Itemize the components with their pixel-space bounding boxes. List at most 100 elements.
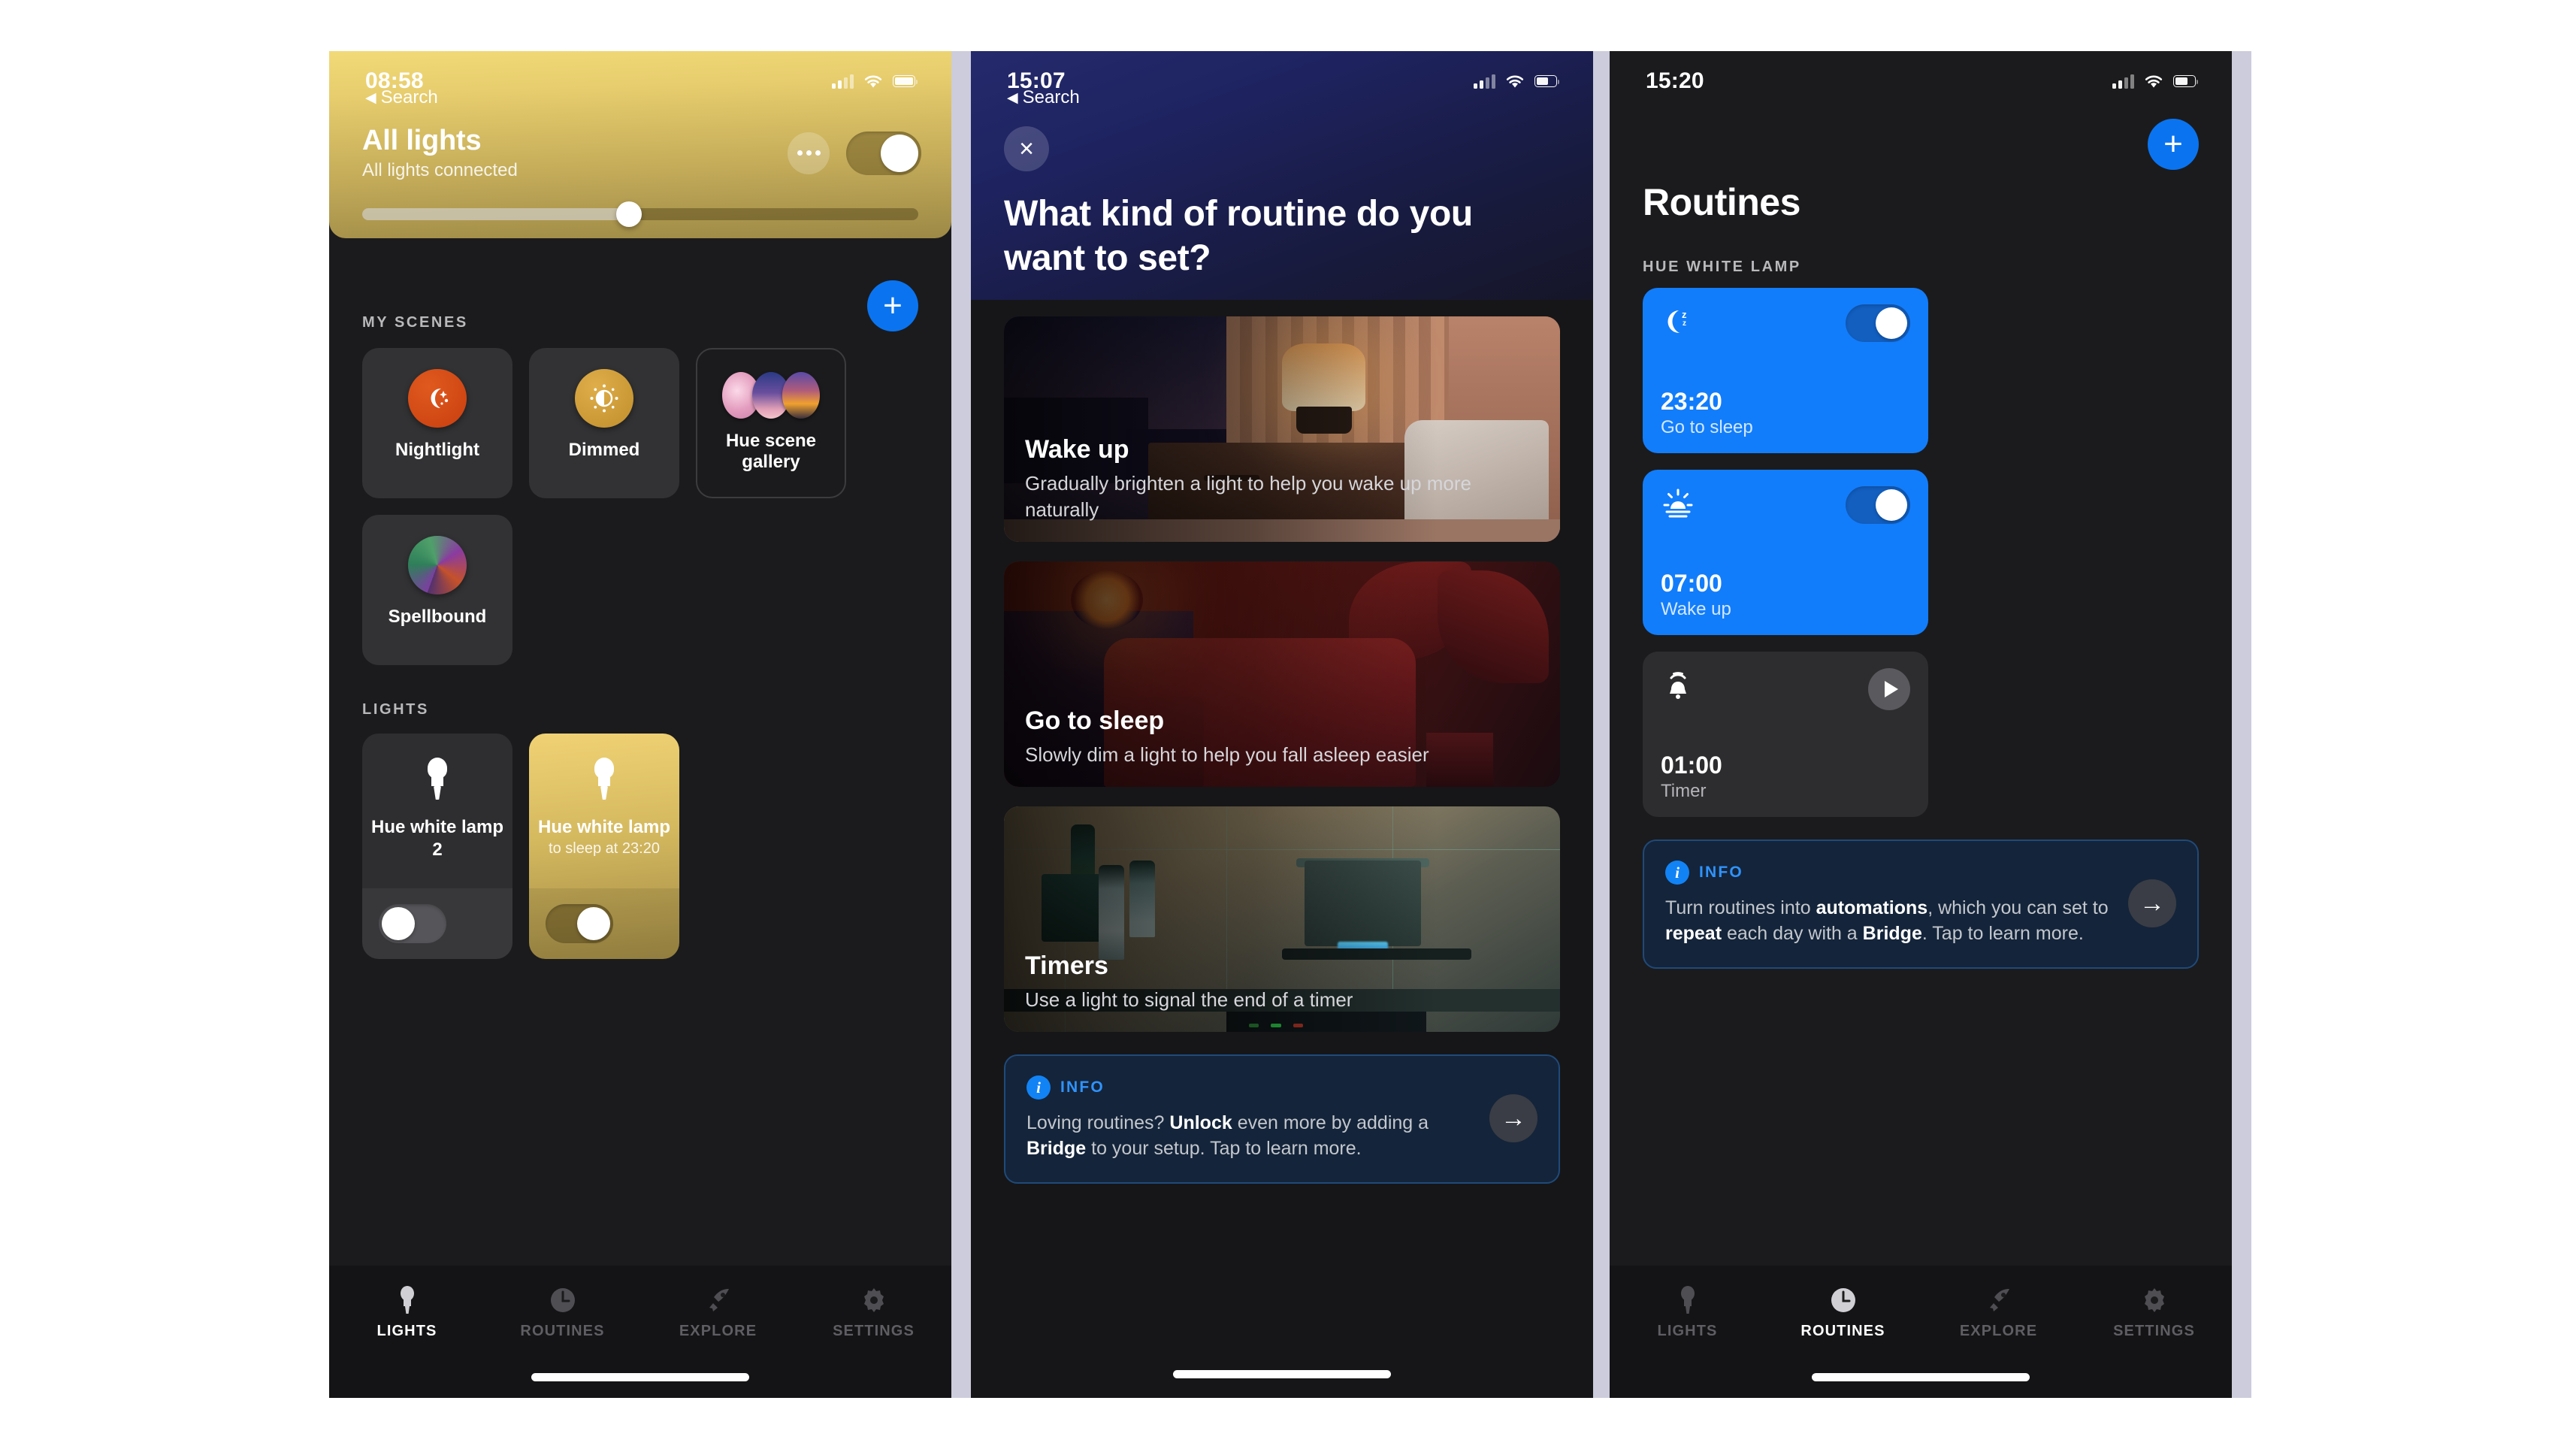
cellular-signal-icon — [1474, 74, 1495, 89]
tab-routines[interactable]: ROUTINES — [485, 1285, 640, 1340]
info-circle-icon: i — [1026, 1075, 1051, 1100]
light-card-hue-white-lamp[interactable]: Hue white lamp to sleep at 23:20 — [529, 734, 679, 959]
scene-grid: Nightlight Dimmed Hue scene gallery Spel… — [329, 331, 951, 665]
info-circle-icon: i — [1665, 861, 1689, 885]
group-label-hue-white-lamp: HUE WHITE LAMP — [1643, 259, 1801, 275]
add-scene-button[interactable]: + — [867, 280, 918, 331]
routine-option-go-to-sleep[interactable]: Go to sleep Slowly dim a light to help y… — [1004, 561, 1560, 788]
light-name: Hue white lamp 2 — [370, 817, 504, 860]
all-lights-power-toggle[interactable] — [846, 131, 921, 175]
bulb-icon — [591, 758, 617, 800]
routine-time: 07:00 — [1661, 570, 1722, 597]
home-indicator[interactable] — [531, 1373, 749, 1381]
tab-lights[interactable]: LIGHTS — [1610, 1285, 1765, 1340]
brightness-slider[interactable] — [362, 201, 918, 227]
bulb-icon — [1673, 1285, 1703, 1315]
info-card-automations[interactable]: i INFO Turn routines into automations, w… — [1643, 839, 2199, 969]
routine-card-list: z z 23:20 Go to sleep 07:00 Wake up 01:0… — [1610, 276, 2232, 817]
toggle-knob — [881, 134, 918, 172]
scene-name: Dimmed — [568, 440, 640, 460]
scene-name: Nightlight — [395, 440, 479, 460]
brightness-half-icon — [575, 369, 633, 428]
tab-routines[interactable]: ROUTINES — [1765, 1285, 1921, 1340]
light-card-hue-white-lamp-2[interactable]: Hue white lamp 2 — [362, 734, 512, 959]
tab-label: LIGHTS — [376, 1323, 437, 1339]
phone-3-edge — [2232, 51, 2251, 1398]
play-button[interactable] — [1868, 668, 1910, 710]
info-card-bridge[interactable]: i INFO Loving routines? Unlock even more… — [1004, 1054, 1560, 1184]
arrow-right-icon[interactable]: → — [1489, 1094, 1537, 1143]
home-indicator[interactable] — [1812, 1373, 2030, 1381]
routine-option-timers[interactable]: Timers Use a light to signal the end of … — [1004, 806, 1560, 1033]
wifi-icon — [864, 75, 882, 87]
brightness-fill — [362, 208, 630, 220]
routine-description: Slowly dim a light to help you fall asle… — [1025, 743, 1429, 766]
routine-title: Wake up — [1025, 435, 1129, 464]
gear-icon — [2139, 1285, 2169, 1315]
light-name: Hue white lamp — [537, 817, 671, 837]
add-routine-button[interactable]: + — [2148, 119, 2199, 170]
phone-screen-lights: 08:58 ◀ Search All lights All lights con… — [329, 51, 951, 1398]
bulb-icon — [425, 758, 450, 800]
routine-enable-toggle[interactable] — [1846, 304, 1910, 342]
more-options-icon[interactable] — [788, 132, 830, 174]
info-label: INFO — [1060, 1078, 1105, 1097]
back-label: Search — [1022, 87, 1080, 107]
battery-icon — [893, 75, 918, 87]
scene-swatch-icon — [408, 536, 467, 594]
scene-card-dimmed[interactable]: Dimmed — [529, 348, 679, 498]
bottom-tab-bar: LIGHTS ROUTINES EXPLORE SETTINGS — [329, 1266, 951, 1398]
back-to-search-link[interactable]: ◀ Search — [365, 87, 438, 108]
battery-icon — [2173, 75, 2198, 87]
routine-name: Wake up — [1661, 599, 1731, 619]
light-power-toggle[interactable] — [546, 904, 613, 943]
tab-label: SETTINGS — [2113, 1323, 2195, 1339]
chevron-left-icon: ◀ — [1007, 89, 1018, 106]
chevron-left-icon: ◀ — [365, 89, 376, 106]
home-indicator[interactable] — [1173, 1370, 1391, 1378]
toggle-knob — [382, 907, 415, 940]
tab-explore[interactable]: EXPLORE — [640, 1285, 796, 1340]
page-title: Routines — [1643, 181, 1800, 223]
tab-label: ROUTINES — [1800, 1323, 1885, 1339]
moon-stars-icon — [408, 369, 467, 428]
close-icon[interactable]: × — [1004, 126, 1049, 171]
tab-explore[interactable]: EXPLORE — [1921, 1285, 2076, 1340]
brightness-knob[interactable] — [616, 201, 642, 227]
routine-card-timer[interactable]: 01:00 Timer — [1643, 652, 1928, 817]
hero-subtitle: All lights connected — [362, 160, 518, 180]
tab-label: LIGHTS — [1657, 1323, 1718, 1339]
light-grid: Hue white lamp 2 Hue white lamp to sleep… — [329, 718, 951, 959]
scene-card-nightlight[interactable]: Nightlight — [362, 348, 512, 498]
play-icon — [1884, 681, 1898, 697]
routine-card-go-to-sleep[interactable]: z z 23:20 Go to sleep — [1643, 288, 1928, 453]
status-icons — [2112, 74, 2198, 89]
scene-card-hue-scene-gallery[interactable]: Hue scene gallery — [696, 348, 846, 498]
routine-enable-toggle[interactable] — [1846, 486, 1910, 524]
routine-card-wake-up[interactable]: 07:00 Wake up — [1643, 470, 1928, 635]
status-icons — [832, 74, 918, 89]
routine-option-wake-up[interactable]: Wake up Gradually brighten a light to he… — [1004, 316, 1560, 543]
scene-name: Spellbound — [388, 607, 487, 627]
back-to-search-link[interactable]: ◀ Search — [1007, 87, 1080, 108]
routine-time: 23:20 — [1661, 388, 1722, 415]
status-time: 15:20 — [1646, 68, 1704, 93]
routine-name: Timer — [1661, 781, 1707, 801]
rocket-icon — [1984, 1285, 2014, 1315]
clock-icon — [1828, 1285, 1858, 1315]
scene-card-spellbound[interactable]: Spellbound — [362, 515, 512, 665]
hero-text-block: All lights All lights connected — [362, 125, 518, 181]
light-status: to sleep at 23:20 — [549, 840, 660, 857]
tab-settings[interactable]: SETTINGS — [2076, 1285, 2232, 1340]
arrow-right-icon[interactable]: → — [2128, 879, 2176, 927]
page-title: All lights — [362, 125, 482, 156]
routine-type-list: Wake up Gradually brighten a light to he… — [971, 300, 1593, 1033]
light-power-toggle[interactable] — [379, 904, 446, 943]
routine-description: Gradually brighten a light to help you w… — [1025, 472, 1472, 521]
routine-description: Use a light to signal the end of a timer — [1025, 988, 1353, 1011]
battery-icon — [1534, 75, 1559, 87]
tab-settings[interactable]: SETTINGS — [796, 1285, 951, 1340]
toggle-knob — [1876, 307, 1907, 339]
tab-lights[interactable]: LIGHTS — [329, 1285, 485, 1340]
toggle-knob — [1876, 489, 1907, 521]
